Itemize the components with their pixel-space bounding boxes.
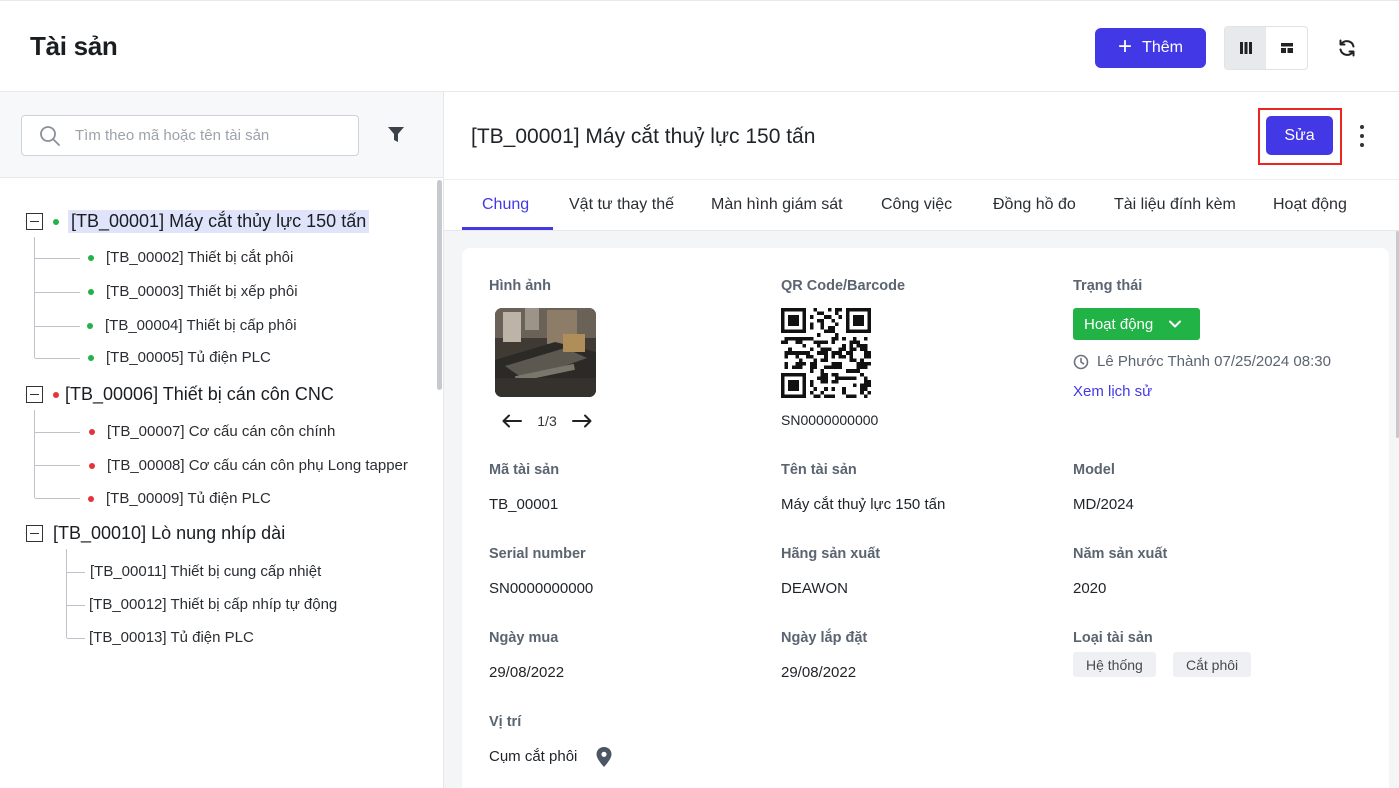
view-history-link[interactable]: Xem lịch sử: [1073, 383, 1152, 400]
tree-node-tb00010[interactable]: [TB_00010] Lò nung nhíp dài: [53, 523, 285, 544]
tree-node-tb00011[interactable]: [TB_00011] Thiết bị cung cấp nhiệt: [90, 563, 321, 580]
clock-icon: [1073, 354, 1089, 369]
tree-node-tb00009[interactable]: [TB_00009] Tủ điện PLC: [88, 490, 271, 507]
chevron-down-icon: [1169, 320, 1182, 328]
tab-chung[interactable]: Chung: [482, 196, 529, 214]
model-value: MD/2024: [1073, 496, 1134, 513]
tree-node-tb00002[interactable]: [TB_00002] Thiết bị cắt phôi: [88, 249, 293, 266]
tab-man-hinh-giam-sat[interactable]: Màn hình giám sát: [711, 196, 843, 214]
collapse-toggle-tb00006[interactable]: [26, 386, 43, 403]
model-label: Model: [1073, 462, 1115, 478]
view-toggle: [1224, 26, 1308, 70]
add-asset-label: Thêm: [1142, 39, 1183, 56]
asset-type-label: Loại tài sản: [1073, 630, 1153, 646]
asset-type-tag: Cắt phôi: [1173, 652, 1252, 677]
qr-label: QR Code/Barcode: [781, 278, 906, 294]
page-title: Tài sản: [30, 31, 118, 61]
serial-label: Serial number: [489, 546, 586, 562]
asset-name-value: Máy cắt thuỷ lực 150 tấn: [781, 496, 946, 513]
edit-button[interactable]: Sửa: [1266, 116, 1333, 155]
detail-header: [TB_00001] Máy cắt thuỷ lực 150 tấn Sửa: [444, 92, 1399, 179]
status-dot: [88, 354, 94, 361]
layout-view-icon[interactable]: [1266, 27, 1307, 69]
image-pager: 1/3: [502, 410, 592, 432]
collapse-toggle-tb00010[interactable]: [26, 525, 43, 542]
status-updated-text: Lê Phước Thành 07/25/2024 08:30: [1097, 353, 1331, 370]
detail-title: [TB_00001] Máy cắt thuỷ lực 150 tấn: [471, 125, 816, 148]
column-view-icon[interactable]: [1225, 27, 1266, 69]
asset-detail-panel: [TB_00001] Máy cắt thuỷ lực 150 tấn Sửa …: [444, 92, 1399, 788]
plus-icon: +: [1118, 33, 1133, 60]
year-value: 2020: [1073, 580, 1107, 597]
tab-cong-viec[interactable]: Công việc: [881, 196, 952, 214]
active-tab-indicator: [462, 227, 553, 230]
asset-photo[interactable]: [495, 308, 596, 397]
status-updated-meta: Lê Phước Thành 07/25/2024 08:30: [1073, 353, 1331, 370]
map-pin-icon[interactable]: [595, 747, 613, 767]
search-input[interactable]: [75, 127, 345, 144]
status-dot: [88, 254, 94, 261]
location-value: Cụm cắt phôi: [489, 748, 578, 765]
app-header: Tài sản + Thêm: [0, 0, 1399, 92]
status-dot: [88, 495, 94, 502]
asset-name-label: Tên tài sản: [781, 462, 857, 478]
status-dropdown[interactable]: Hoạt động: [1073, 308, 1200, 340]
asset-tree: [TB_00001] Máy cắt thủy lực 150 tấn [TB_…: [0, 178, 436, 788]
status-label: Trạng thái: [1073, 278, 1143, 294]
refresh-icon[interactable]: [1333, 34, 1361, 62]
tree-node-tb00012[interactable]: [TB_00012] Thiết bị cấp nhíp tự động: [89, 596, 337, 613]
more-vertical-icon[interactable]: [1352, 122, 1372, 150]
tab-dong-ho-do[interactable]: Đồng hồ đo: [993, 196, 1076, 214]
tree-node-tb00006[interactable]: [TB_00006] Thiết bị cán côn CNC: [53, 384, 334, 405]
tab-hoat-dong[interactable]: Hoạt động: [1273, 196, 1347, 214]
location-label: Vị trí: [489, 714, 522, 730]
tree-node-tb00008[interactable]: [TB_00008] Cơ cấu cán côn phụ Long tappe…: [89, 457, 408, 474]
tree-node-tb00007[interactable]: [TB_00007] Cơ cấu cán côn chính: [89, 423, 335, 440]
status-dot: [89, 428, 95, 435]
tree-scrollbar[interactable]: [437, 180, 442, 390]
image-pager-count: 1/3: [537, 413, 557, 429]
status-dot: [87, 322, 93, 329]
tab-tai-lieu-dinh-kem[interactable]: Tài liệu đính kèm: [1114, 196, 1236, 214]
asset-code-value: TB_00001: [489, 496, 559, 513]
serial-value: SN0000000000: [489, 580, 594, 597]
general-info-card: Hình ảnh 1/3 QR Code/Barcode SN000000000…: [462, 248, 1389, 788]
arrow-left-icon[interactable]: [502, 414, 522, 428]
qr-code-icon[interactable]: [781, 308, 871, 398]
search-box[interactable]: [21, 115, 359, 156]
status-dot: [89, 462, 95, 469]
tree-node-tb00001[interactable]: [TB_00001] Máy cắt thủy lực 150 tấn: [53, 210, 370, 233]
install-date-value: 29/08/2022: [781, 664, 857, 681]
status-value: Hoạt động: [1084, 315, 1154, 333]
status-dot: [53, 391, 59, 398]
search-icon: [40, 125, 60, 146]
purchase-date-value: 29/08/2022: [489, 664, 565, 681]
tree-node-tb00003[interactable]: [TB_00003] Thiết bị xếp phôi: [88, 283, 298, 300]
search-area: [0, 92, 443, 178]
status-dot: [88, 288, 94, 295]
asset-type-tag: Hệ thống: [1073, 652, 1156, 677]
tree-node-tb00013[interactable]: [TB_00013] Tủ điện PLC: [89, 629, 254, 646]
purchase-date-label: Ngày mua: [489, 630, 559, 646]
asset-tree-panel: [TB_00001] Máy cắt thủy lực 150 tấn [TB_…: [0, 92, 444, 788]
tree-node-tb00004[interactable]: [TB_00004] Thiết bị cấp phôi: [87, 317, 297, 334]
status-dot: [53, 218, 59, 225]
image-label: Hình ảnh: [489, 278, 552, 294]
install-date-label: Ngày lắp đặt: [781, 630, 868, 646]
manufacturer-value: DEAWON: [781, 580, 848, 597]
filter-icon[interactable]: [386, 125, 406, 145]
arrow-right-icon[interactable]: [572, 414, 592, 428]
year-label: Năm sản xuất: [1073, 546, 1168, 562]
manufacturer-label: Hãng sản xuất: [781, 546, 881, 562]
tree-node-tb00005[interactable]: [TB_00005] Tủ điện PLC: [88, 349, 271, 366]
tab-vat-tu-thay-the[interactable]: Vật tư thay thế: [569, 196, 674, 214]
asset-code-label: Mã tài sản: [489, 462, 560, 478]
qr-code-text: SN0000000000: [781, 412, 879, 428]
detail-tabs: Chung Vật tư thay thế Màn hình giám sát …: [444, 179, 1399, 231]
collapse-toggle-tb00001[interactable]: [26, 213, 43, 230]
add-asset-button[interactable]: + Thêm: [1095, 28, 1206, 68]
